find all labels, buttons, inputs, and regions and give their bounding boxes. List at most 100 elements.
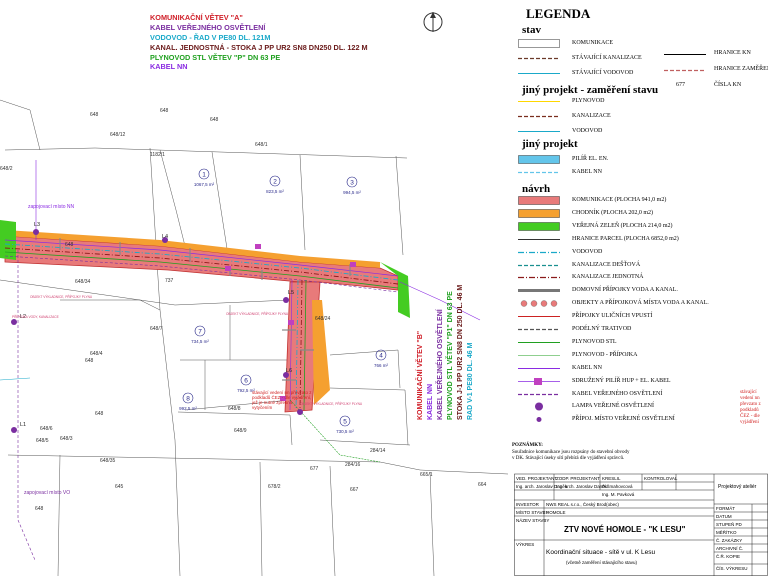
tb-right-field: FORMÁT [716,506,735,511]
legend-side-label: HRANICE ZAMĚŘENÍ [714,66,768,72]
parcel-label: 648 [160,108,169,114]
legend-section-navrh: návrh [522,183,551,195]
legend-row: KANALIZACE DEŠŤOVÁ [518,260,718,272]
legend-row: DOMOVNÍ PŘÍPOJKY VODA A KANAL. [518,285,718,297]
parcel-label: 284/16 [345,462,361,468]
legend-label: PLYNOVOD STL [572,338,617,345]
red-note: stávající vedení nn převzato z podkladů … [252,390,312,410]
legend-symbol-icon [518,316,560,318]
legend-side-label: ČÍSLA KN [714,82,742,88]
parcel-label: 648 [90,112,99,118]
vertical-line-1: KABEL NN [427,384,434,420]
legend-label: KOMUNIKACE [572,40,613,46]
tb-h1: VED. PROJEKTANT [516,476,558,481]
legend-label: KANALIZACE DEŠŤOVÁ [572,261,641,268]
legend-symbol-icon [518,39,560,48]
legend-row: PLYNOVOD [518,96,718,108]
tb-name-label: NÁZEV STAVBY [516,518,550,523]
tb-drawing-label: VÝKRES [516,542,535,547]
legend-label: PLYNOVOD [572,98,605,104]
legend-symbol-icon [518,101,560,102]
legend-row: CHODNÍK (PLOCHA 202,0 m2) [518,208,718,220]
parcel-label: 648/12 [110,132,126,138]
legend-symbol-icon [518,277,560,279]
legend-symbol-icon [518,115,560,118]
legend-row: PLYNOVOD - PŘÍPOJKA [518,350,718,362]
legend-row: KABEL NN [518,167,718,179]
map-note-pink3: PŘÍPOJKA VODY, KANALIZACE [12,314,59,319]
tb-n4: Ing. M. Pavková [602,492,635,497]
legend-row: KABEL NN [518,363,718,375]
parcel-label: 648/9 [234,428,247,434]
legend-side-label: HRANICE KN [714,50,751,56]
legend-symbol-icon [664,54,706,55]
lamp-label-L6: L6 [286,368,292,374]
legend-side-note: stávající vedení nn převzato z podkladů … [740,390,761,425]
title-line-2: VODOVOD - ŘAD V PE80 DL. 121M [150,33,270,42]
tb-site: HOMOLE [546,510,566,515]
legend-label: VEŘEJNÁ ZELEŇ (PLOCHA 214,0 m2) [572,222,673,229]
legend-label: OBJEKTY A PŘÍPOJKOVÁ MÍSTA VODA A KANAL. [572,300,709,307]
legend-label: VODOVOD [572,248,603,255]
legend-label: CHODNÍK (PLOCHA 202,0 m2) [572,209,653,216]
parcel-label: 645 [115,484,124,490]
legend-row: KOMUNIKACE [518,38,718,50]
legend-section-jiny2: jiný projekt [522,138,578,150]
parcel-label: 648/3 [60,436,73,442]
title-line-4: PLYNOVOD STL VĚTEV "P" DN 63 PE [150,53,280,62]
parcel-label: 677 [310,466,319,472]
legend-row: KANALIZACE [518,111,718,123]
legend-row: PŘÍPOJ. MÍSTO VEŘEJNÉ OSVĚTLENÍ [518,414,718,426]
lamp-label-L4: L4 [162,234,168,240]
tb-investor-label: INVESTOR [516,502,539,507]
parcel-label: 737 [165,278,174,284]
legend-row: PODÉLNÝ TRATIVOD [518,324,718,336]
lamp-label-L5: L5 [288,290,294,296]
legend-label: PŘÍPOJ. MÍSTO VEŘEJNÉ OSVĚTLENÍ [572,416,675,423]
legend-section-stav: stav [522,24,541,36]
plot-area-4: 766 m² [374,363,389,368]
parcel-label: 648/6 [40,426,53,432]
plot-number-7: 7 [198,329,202,336]
plot-area-8: 992,5 m² [179,406,197,411]
legend-symbol-icon [518,155,560,164]
parcel-label: 648/4 [90,351,103,357]
legend-row: KABEL VEŘEJNÉHO OSVĚTLENÍ [518,389,718,401]
parcel-label: 1182/1 [150,152,165,158]
legend-label: PILÍŘ EL. EN. [572,156,609,162]
plot-number-4: 4 [379,353,383,360]
parcel-label: 648/35 [100,458,116,464]
legend-row: VODOVOD [518,126,718,138]
legend-symbol-icon [518,367,560,369]
vertical-line-4: STOKA J-1 PP UR2 SN8 DN 250 DL. 46 M [457,285,464,420]
legend-row: LAMPA VEŘEJNÉ OSVĚTLENÍ [518,401,718,413]
legend-symbol-icon [518,73,560,74]
plot-number-3: 3 [350,180,354,187]
tb-right-field: ČÍS. VÝKRESU [716,566,748,571]
plot-number-6: 6 [244,378,248,385]
legend-symbol-icon [518,289,560,293]
tb-right-field: ARCHIVNÍ Č. [716,546,744,551]
vertical-line-3: PLYNOVOD STL VĚTEV "P1" DN 63 PE [445,291,454,420]
legend-symbol-icon [518,341,560,343]
legend-symbol-icon [664,69,706,72]
plot-area-3: 994,5 m² [343,190,361,195]
title-line-1: KABEL VEŘEJNÉHO OSVĚTLENÍ [150,23,266,32]
legend-label: STÁVAJÍCÍ KANALIZACE [572,55,642,61]
plot-area-7: 734,5 m² [191,339,209,344]
legend-section-jiny: jiný projekt - zaměření stavu [522,84,659,96]
tb-right-field: Č. ZAKÁZKY [716,538,743,543]
legend-symbol-icon [536,417,542,423]
legend-label: DOMOVNÍ PŘÍPOJKY VODA A KANAL. [572,287,678,294]
map-note-pink1: OBJEKT VÝKLADNICE, PŘÍPOJKY PLYNU [30,294,93,299]
map-note-pink2: OBJEKT VÝKLADNICE, PŘÍPOJKY PLYNU [226,311,289,316]
legend-symbol-icon [518,222,560,231]
legend-label: VODOVOD [572,128,603,134]
site-plan-map: KOMUNIKAČNÍ VĚTEV "A"KABEL VEŘEJNÉHO OSV… [0,12,508,576]
legend-symbol-icon [518,393,560,395]
legend-symbol-icon [518,238,560,240]
parcel-label: 648/24 [315,316,331,322]
legend-label: PŘÍPOJKY ULIČNÍCH VPUSTÍ [572,313,653,320]
project-name: ZTV NOVÉ HOMOLE - "K LESU" [564,525,686,534]
kn-number-sample: 677 [676,82,685,88]
